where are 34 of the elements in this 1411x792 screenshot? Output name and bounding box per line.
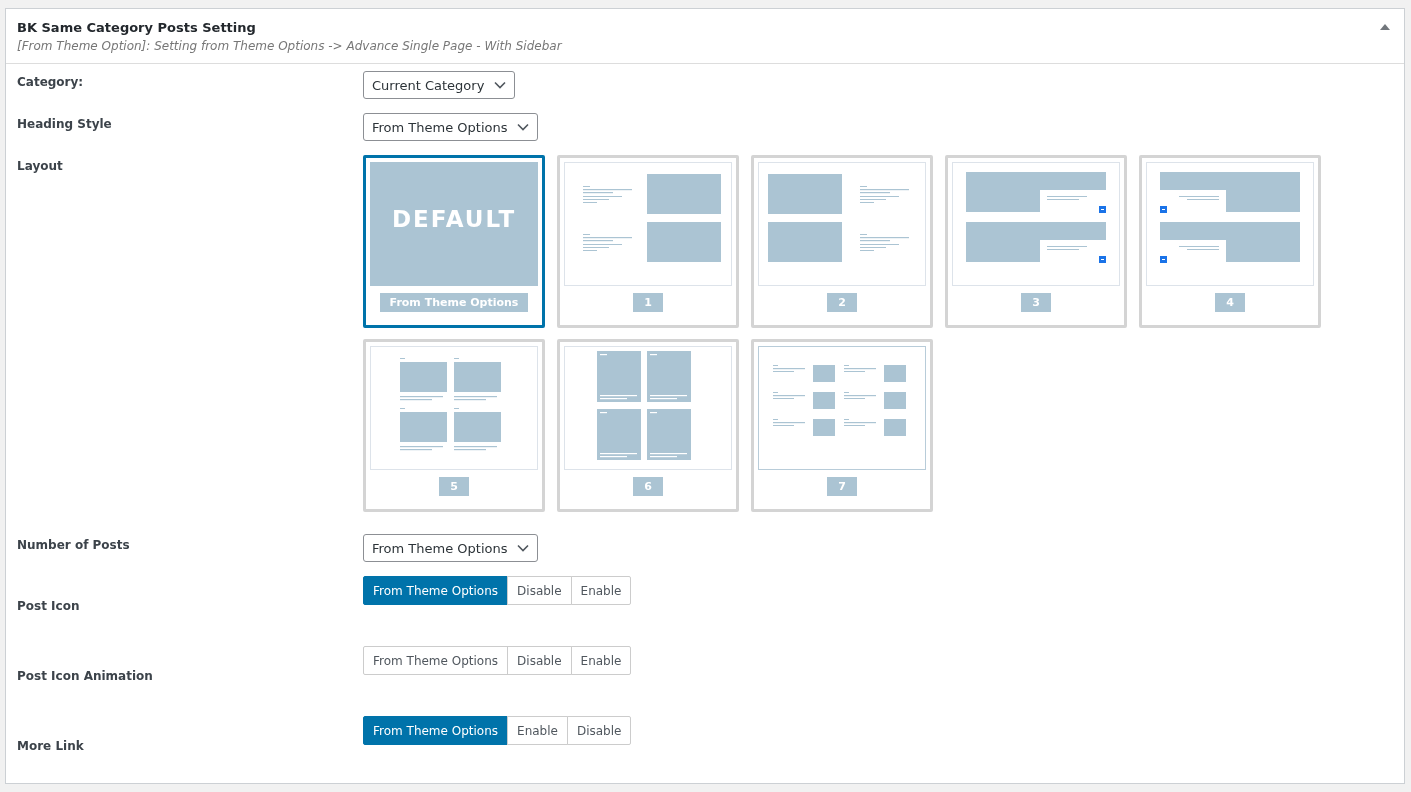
panel-title: BK Same Category Posts Setting (17, 19, 257, 37)
panel-subtitle: [From Theme Option]: Setting from Theme Options -> Advance Single Page - With Sidebar (17, 38, 562, 55)
option-button[interactable]: From Theme Options (363, 646, 509, 675)
layout-label: 4 (1215, 293, 1245, 312)
chevron-down-icon (517, 544, 530, 552)
collapse-toggle-icon[interactable] (1380, 24, 1390, 30)
option-button[interactable]: Disable (507, 576, 572, 605)
field-label: More Link (17, 738, 85, 755)
layout-label: 7 (827, 477, 857, 496)
option-button[interactable]: Enable (570, 646, 632, 675)
layout-label: 1 (633, 293, 663, 312)
chevron-down-icon (494, 81, 507, 89)
field-label: Number of Posts (17, 537, 131, 554)
layout-label: 2 (827, 293, 857, 312)
field-label: Heading Style (17, 116, 113, 133)
layout-label: 5 (439, 477, 469, 496)
layout-label: 3 (1021, 293, 1051, 312)
field-label: Post Icon (17, 598, 81, 615)
option-button[interactable]: Disable (507, 646, 572, 675)
layout-label: 6 (633, 477, 663, 496)
option-button[interactable]: From Theme Options (363, 716, 509, 745)
dropdown-select[interactable]: From Theme Options (363, 534, 539, 562)
field-label: Category: (17, 74, 85, 91)
option-button[interactable]: Enable (570, 576, 632, 605)
option-button[interactable]: From Theme Options (363, 576, 509, 605)
option-button[interactable]: Disable (566, 716, 632, 745)
dropdown-select[interactable]: Current Category (363, 71, 516, 99)
dropdown-select[interactable]: From Theme Options (363, 113, 539, 141)
default-preview: DEFAULT (370, 162, 538, 286)
field-label: Layout (17, 158, 64, 175)
field-label: Post Icon Animation (17, 668, 154, 685)
option-button[interactable]: Enable (507, 716, 568, 745)
chevron-down-icon (517, 123, 530, 131)
layout-label: From Theme Options (379, 293, 529, 312)
